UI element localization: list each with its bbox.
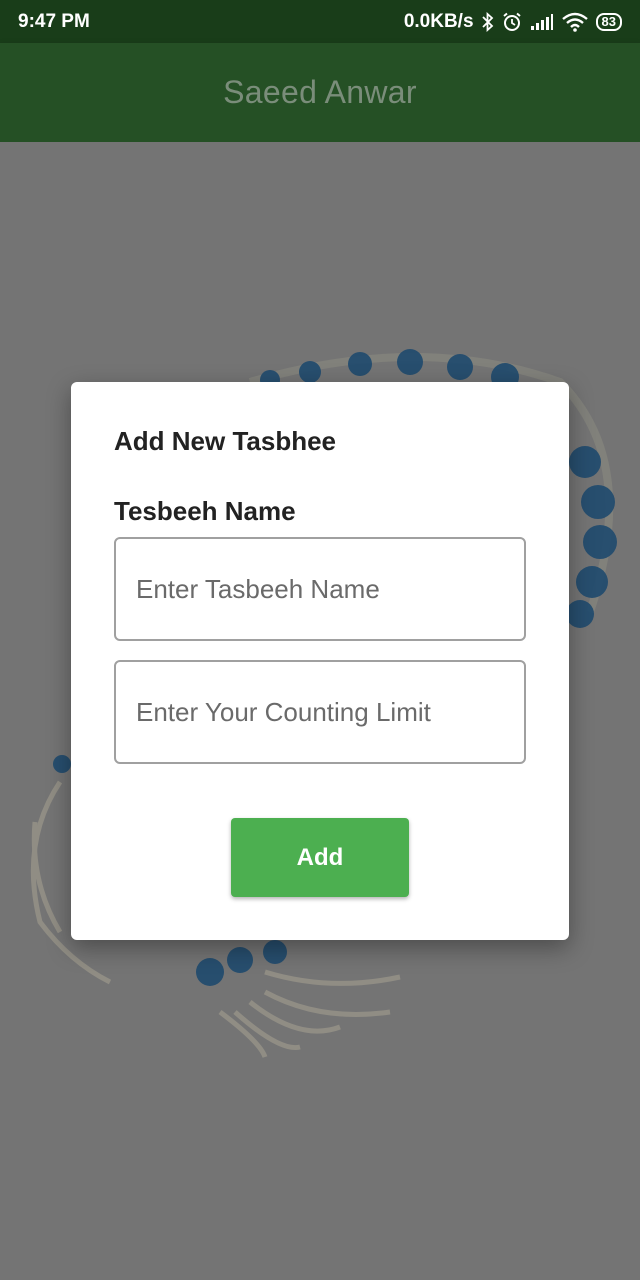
alarm-icon [502, 12, 522, 32]
battery-icon: 83 [595, 12, 622, 31]
dialog-title: Add New Tasbhee [114, 426, 337, 456]
counting-limit-input[interactable] [114, 660, 526, 764]
status-time: 9:47 PM [18, 10, 90, 32]
status-icons: 0.0KB/s 83 [404, 11, 622, 33]
status-bar: 9:47 PM 0.0KB/s 83 [0, 0, 640, 43]
signal-icon [530, 13, 554, 31]
network-speed: 0.0KB/s [403, 10, 474, 32]
bluetooth-icon [481, 11, 494, 32]
add-button[interactable]: Add [231, 818, 409, 897]
wifi-icon [561, 12, 588, 32]
battery-level: 83 [601, 13, 616, 29]
app-bar: Saeed Anwar [0, 43, 640, 142]
add-tasbeeh-dialog: Add New Tasbhee Tesbeeh Name Add [71, 382, 569, 940]
tasbeeh-name-input[interactable] [114, 537, 526, 641]
app-title: Saeed Anwar [223, 74, 417, 110]
tasbeeh-name-label: Tesbeeh Name [114, 496, 296, 526]
